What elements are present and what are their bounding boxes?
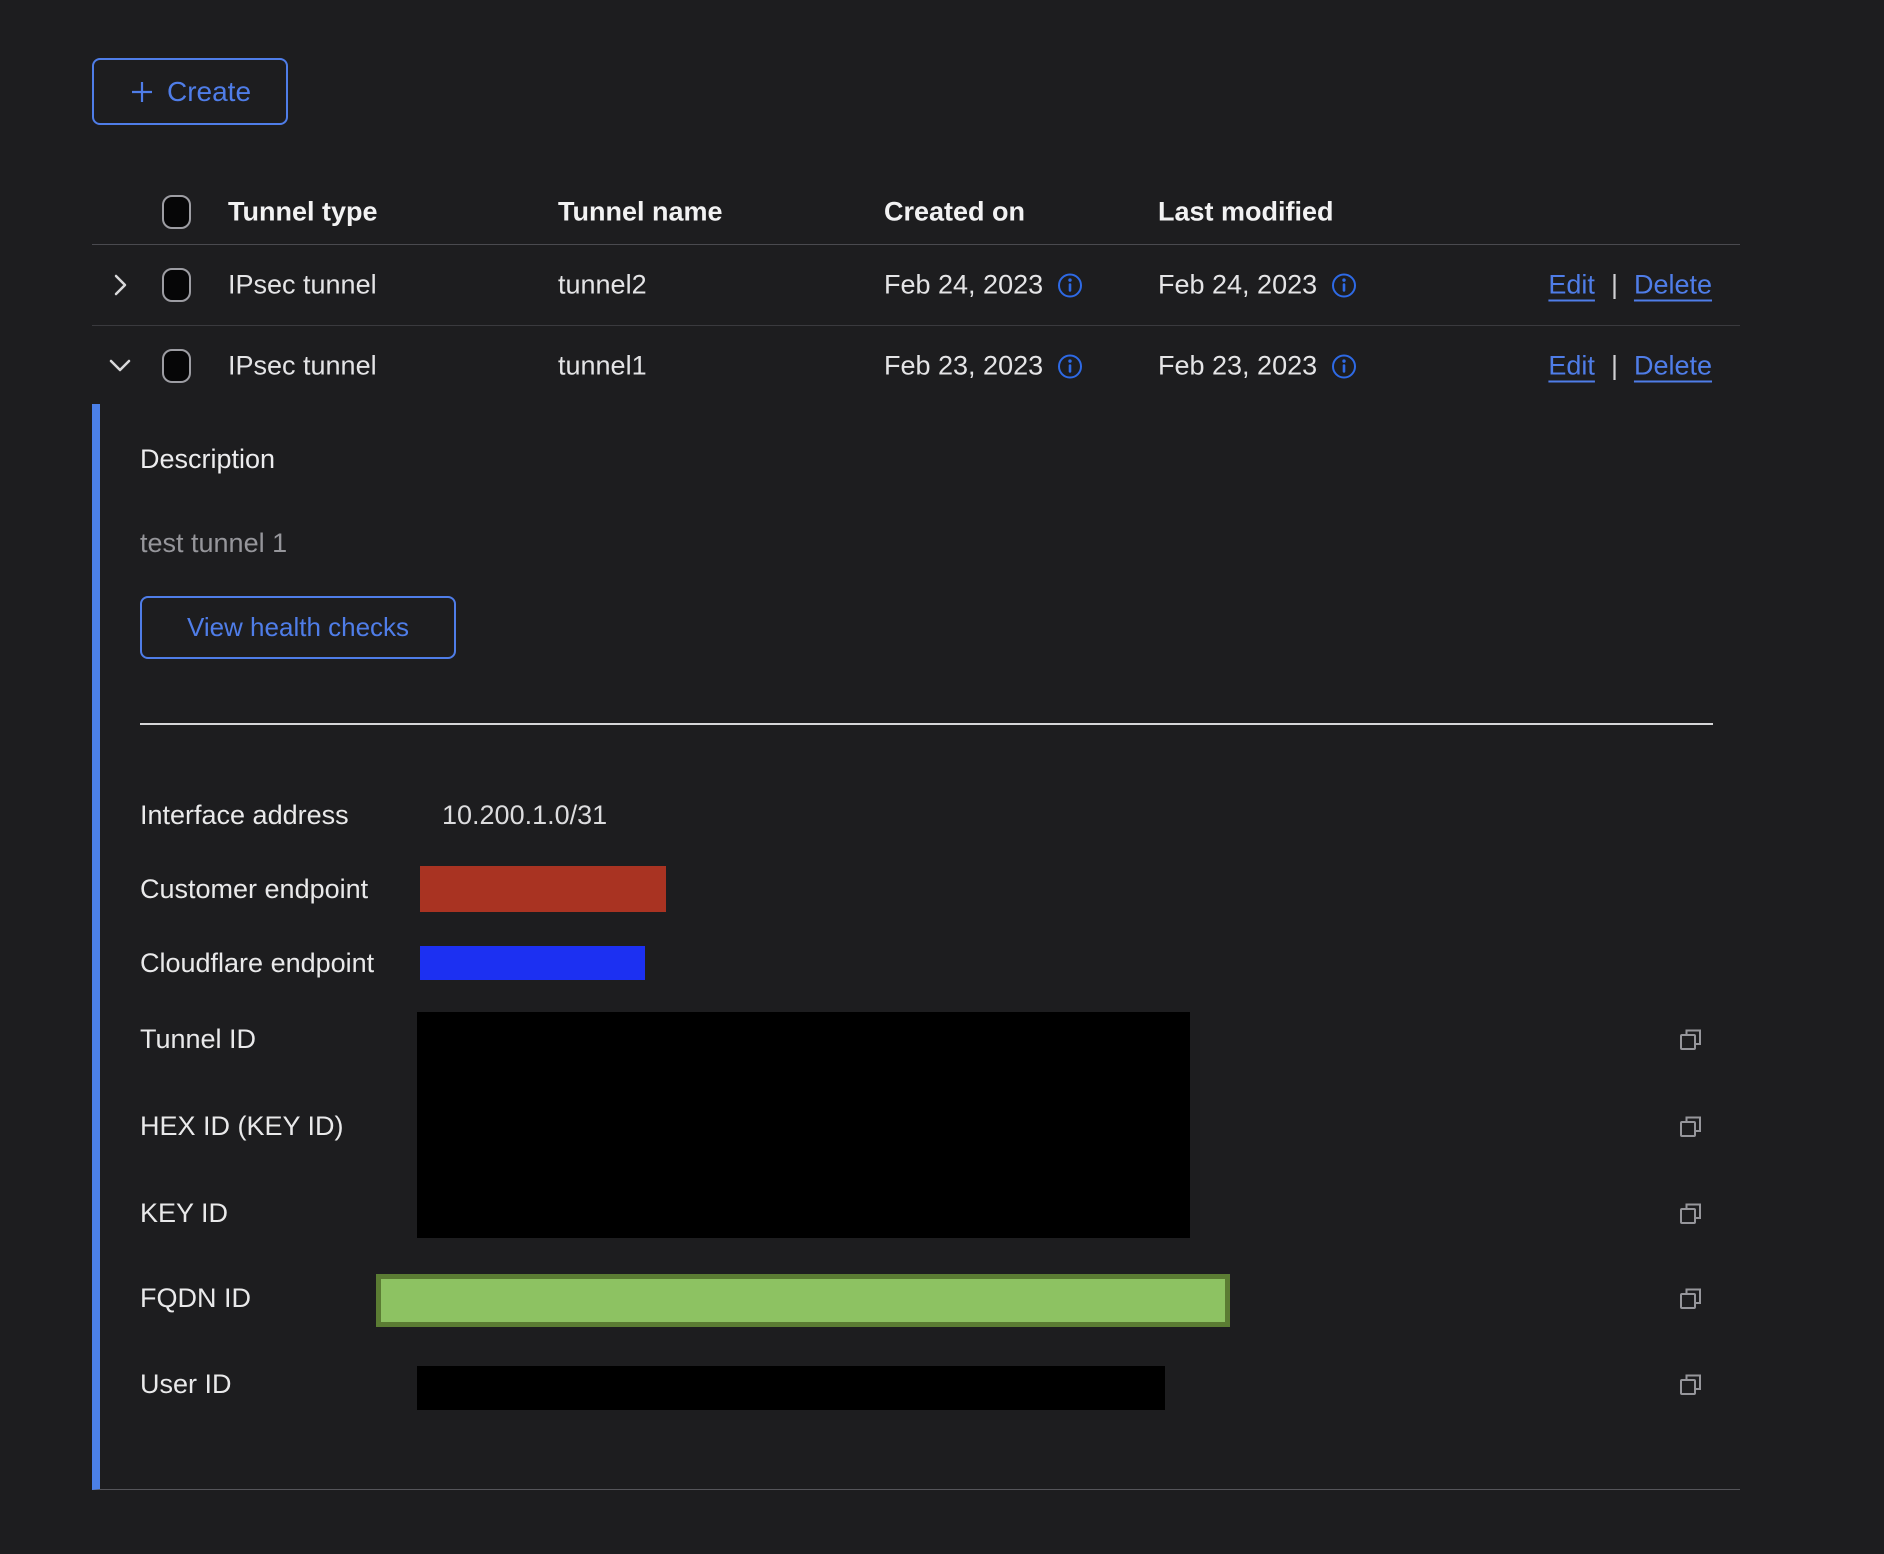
row-checkbox[interactable] — [162, 268, 191, 302]
created-on-cell: Feb 24, 2023 — [884, 270, 1083, 301]
detail-label-fqdn-id: FQDN ID — [140, 1283, 251, 1314]
interface-address-value: 10.200.1.0/31 — [442, 800, 607, 831]
info-icon[interactable] — [1331, 353, 1357, 379]
actions-separator: | — [1611, 270, 1618, 301]
description-label: Description — [140, 444, 275, 475]
select-all-checkbox[interactable] — [162, 195, 191, 229]
tunnel-name-cell: tunnel2 — [558, 270, 647, 301]
copy-icon[interactable] — [1677, 1026, 1704, 1053]
detail-label-cloudflare-endpoint: Cloudflare endpoint — [140, 948, 374, 979]
edit-link[interactable]: Edit — [1548, 270, 1595, 301]
tunnel-name-cell: tunnel1 — [558, 351, 647, 382]
expanded-row-panel: Description test tunnel 1 View health ch… — [92, 404, 1740, 1490]
tunnels-table: Tunnel type Tunnel name Created on Last … — [92, 180, 1740, 406]
view-health-checks-button[interactable]: View health checks — [140, 596, 456, 659]
delete-link[interactable]: Delete — [1634, 270, 1712, 301]
detail-label-user-id: User ID — [140, 1369, 232, 1400]
last-modified-date: Feb 24, 2023 — [1158, 270, 1317, 301]
expand-row-button[interactable] — [107, 272, 133, 298]
tunnel-type-cell: IPsec tunnel — [228, 270, 377, 301]
create-button-label: Create — [167, 76, 251, 108]
user-id-redaction — [417, 1366, 1165, 1410]
edit-link[interactable]: Edit — [1548, 351, 1595, 382]
column-header-tunnel-name: Tunnel name — [558, 197, 723, 228]
row-actions: Edit | Delete — [1548, 351, 1712, 382]
column-header-created-on: Created on — [884, 197, 1025, 228]
last-modified-cell: Feb 23, 2023 — [1158, 351, 1357, 382]
detail-label-interface-address: Interface address — [140, 800, 349, 831]
chevron-right-icon — [109, 272, 131, 298]
row-actions: Edit | Delete — [1548, 270, 1712, 301]
info-icon[interactable] — [1057, 272, 1083, 298]
info-icon[interactable] — [1057, 353, 1083, 379]
detail-label-key-id: KEY ID — [140, 1198, 228, 1229]
created-on-cell: Feb 23, 2023 — [884, 351, 1083, 382]
row-checkbox[interactable] — [162, 349, 191, 383]
table-header-row: Tunnel type Tunnel name Created on Last … — [92, 180, 1740, 245]
panel-divider — [140, 723, 1713, 725]
tunnel-id-redaction — [417, 1012, 1190, 1238]
actions-separator: | — [1611, 351, 1618, 382]
last-modified-date: Feb 23, 2023 — [1158, 351, 1317, 382]
delete-link[interactable]: Delete — [1634, 351, 1712, 382]
description-value: test tunnel 1 — [140, 528, 287, 559]
collapse-row-button[interactable] — [107, 353, 133, 379]
detail-label-tunnel-id: Tunnel ID — [140, 1024, 256, 1055]
customer-endpoint-redaction — [420, 866, 666, 912]
chevron-down-icon — [107, 355, 133, 377]
tunnel-type-cell: IPsec tunnel — [228, 351, 377, 382]
created-on-date: Feb 24, 2023 — [884, 270, 1043, 301]
copy-icon[interactable] — [1677, 1200, 1704, 1227]
tunnels-page: Create Tunnel type Tunnel name Created o… — [0, 0, 1884, 1554]
created-on-date: Feb 23, 2023 — [884, 351, 1043, 382]
column-header-tunnel-type: Tunnel type — [228, 197, 378, 228]
copy-icon[interactable] — [1677, 1113, 1704, 1140]
detail-label-customer-endpoint: Customer endpoint — [140, 874, 368, 905]
cloudflare-endpoint-redaction — [420, 946, 645, 980]
last-modified-cell: Feb 24, 2023 — [1158, 270, 1357, 301]
copy-icon[interactable] — [1677, 1285, 1704, 1312]
info-icon[interactable] — [1331, 272, 1357, 298]
fqdn-id-redaction — [376, 1274, 1230, 1327]
copy-icon[interactable] — [1677, 1371, 1704, 1398]
column-header-last-modified: Last modified — [1158, 197, 1334, 228]
table-row: IPsec tunnel tunnel2 Feb 24, 2023 Feb 24… — [92, 245, 1740, 326]
create-button[interactable]: Create — [92, 58, 288, 125]
detail-label-hex-id: HEX ID (KEY ID) — [140, 1111, 344, 1142]
plus-icon — [129, 79, 155, 105]
table-row: IPsec tunnel tunnel1 Feb 23, 2023 Feb 23… — [92, 326, 1740, 406]
